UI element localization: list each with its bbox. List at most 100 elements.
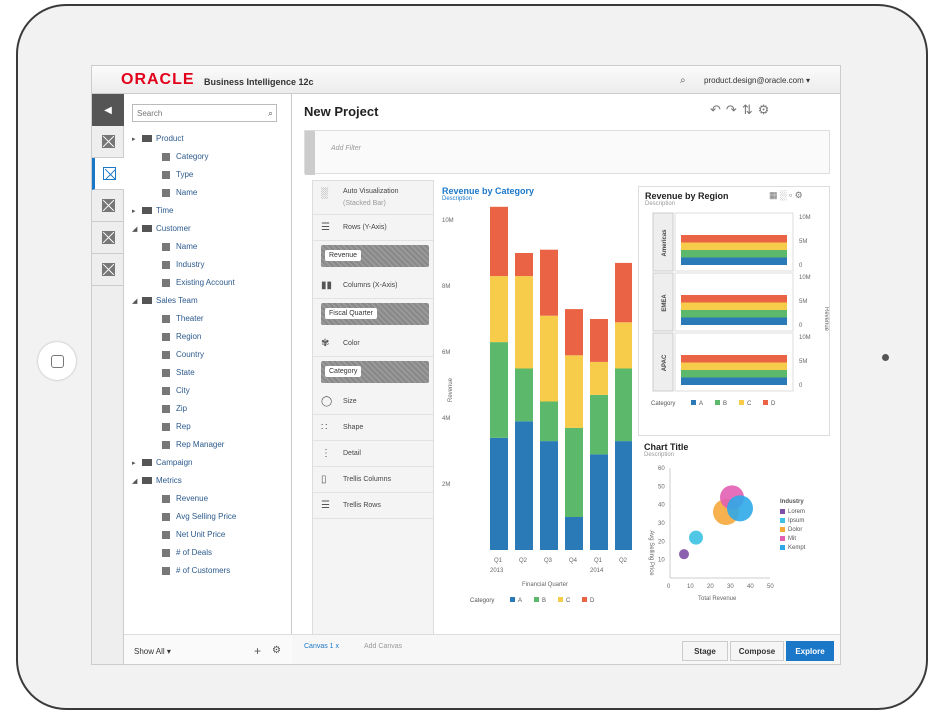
expand-arrow-icon[interactable]: ▸ [132,203,142,221]
gear-icon[interactable]: ⚙ [758,102,775,117]
explore-button[interactable]: Explore [786,641,834,661]
search-input[interactable] [133,105,253,121]
detail-drop-zone[interactable]: ⋮ Detail [313,441,433,467]
tree-item[interactable]: Region [132,328,292,346]
tree-item[interactable]: Name [132,238,292,256]
size-icon: ◯ [321,396,333,407]
tree-item[interactable]: Type [132,166,292,184]
x-tick-label: 30 [727,584,734,590]
collapse-panel-button[interactable]: ◀ [92,94,124,126]
bar-segment [565,355,583,428]
color-label: Color [343,340,360,347]
chart-toolbar-icons[interactable]: ▦ ░ ▫ ⚙ [769,190,803,201]
data-tree: ▸ Product Category Type Name ▸ Time ◢ Customer Na… [132,130,292,580]
search-field[interactable]: ⌕ [132,104,277,122]
expand-arrow-icon[interactable]: ◢ [132,293,142,311]
canvas-tab-1[interactable]: Canvas 1 x [304,643,339,650]
expand-arrow-icon[interactable]: ◢ [132,221,142,239]
tree-folder[interactable]: ◢ Metrics [132,472,292,490]
rail-item-3[interactable] [92,190,124,222]
legend-swatch [763,400,768,405]
rail-item-1[interactable] [92,126,124,158]
redo-icon[interactable]: ↷ [726,102,742,117]
oracle-logo: ORACLE [121,71,195,88]
folder-icon [142,135,152,143]
gear-icon[interactable]: ⚙ [272,645,281,656]
tablet-home-button[interactable] [38,342,76,380]
trellis-columns-drop-zone[interactable]: ▯ Trellis Columns [313,467,433,493]
tree-item[interactable]: Net Unit Price [132,526,292,544]
rows-drop-zone[interactable]: ☰ Rows (Y-Axis) [313,215,433,241]
tree-item[interactable]: # of Deals [132,544,292,562]
undo-icon[interactable]: ↶ [710,102,726,117]
tree-folder[interactable]: ◢ Sales Team [132,292,292,310]
filter-tab[interactable] [305,131,315,175]
rows-pill[interactable]: Revenue [321,245,429,267]
bar-segment [681,377,787,385]
column-icon [162,548,170,557]
tree-item[interactable]: Country [132,346,292,364]
bar-segment [681,235,787,243]
shape-drop-zone[interactable]: ∷ Shape [313,415,433,441]
rail-item-4[interactable] [92,222,124,254]
tree-item[interactable]: Avg Selling Price [132,508,292,526]
stage-button[interactable]: Stage [682,641,728,661]
tree-item[interactable]: # of Customers [132,562,292,580]
scatter-chart[interactable]: Chart Title Description 60 50 40 30 20 10 0 10 2… [638,442,830,642]
tree-label: Zip [176,404,188,413]
revenue-by-region-chart[interactable]: Revenue by Region Description ▦ ░ ▫ ⚙ Am… [638,186,830,436]
tree-item[interactable]: Industry [132,256,292,274]
rail-item-5[interactable] [92,254,124,286]
user-menu[interactable]: product.design@oracle.com ▾ [704,76,810,85]
columns-drop-zone[interactable]: ▮▮ Columns (X-Axis) [313,273,433,299]
tree-label: Customer [156,224,191,233]
tree-folder[interactable]: ▸ Campaign [132,454,292,472]
color-drop-zone[interactable]: ✾ Color [313,331,433,357]
add-filter-label[interactable]: Add Filter [331,145,361,152]
add-canvas-link[interactable]: Add Canvas [364,643,402,650]
tree-item[interactable]: City [132,382,292,400]
legend-label: B [723,401,727,407]
tree-item[interactable]: Revenue [132,490,292,508]
expand-arrow-icon[interactable]: ◢ [132,473,142,491]
show-all-dropdown[interactable]: Show All ▾ [134,647,171,656]
image-placeholder-icon [101,231,115,244]
y-tick-label: 4M [442,416,450,422]
legend-label: D [590,598,595,604]
size-drop-zone[interactable]: ◯ Size [313,389,433,415]
expand-arrow-icon[interactable]: ▸ [132,455,142,473]
tree-item[interactable]: Existing Account [132,274,292,292]
viz-type-selector[interactable]: ░ Auto Visualization (Stacked Bar) [313,181,433,215]
tree-item[interactable]: Rep [132,418,292,436]
trellis-rows-drop-zone[interactable]: ☰ Trellis Rows [313,493,433,519]
tree-item[interactable]: Name [132,184,292,202]
rail-item-2[interactable] [92,158,124,190]
y-tick-label: 10 [658,558,665,564]
column-icon [162,404,170,413]
tree-label: Avg Selling Price [176,512,237,521]
legend-swatch [780,509,785,514]
columns-pill[interactable]: Fiscal Quarter [321,303,429,325]
tree-folder[interactable]: ▸ Product [132,130,292,148]
tree-item[interactable]: Category [132,148,292,166]
tree-item[interactable]: Zip [132,400,292,418]
add-icon[interactable]: + [254,644,261,658]
search-icon[interactable]: ⌕ [268,108,273,119]
tree-item[interactable]: Theater [132,310,292,328]
bubble-point [727,495,753,522]
add-chart-icon[interactable]: ⇅ [742,102,758,117]
compose-button[interactable]: Compose [730,641,784,661]
toolbar: ↶↷⇅⚙ [710,102,774,118]
expand-arrow-icon[interactable]: ▸ [132,131,142,149]
color-pill[interactable]: Category [321,361,429,383]
tree-item[interactable]: Rep Manager [132,436,292,454]
detail-label: Detail [343,450,361,457]
tree-folder[interactable]: ◢ Customer [132,220,292,238]
filter-bar[interactable]: Add Filter [304,130,830,175]
search-icon[interactable]: ⌕ [680,75,686,86]
revenue-by-category-chart[interactable]: Revenue by Category Description 10M 8M 6M 4… [442,186,633,642]
rows-label: Rows (Y-Axis) [343,224,387,231]
tree-folder[interactable]: ▸ Time [132,202,292,220]
tree-item[interactable]: State [132,364,292,382]
bar-segment [540,249,558,316]
